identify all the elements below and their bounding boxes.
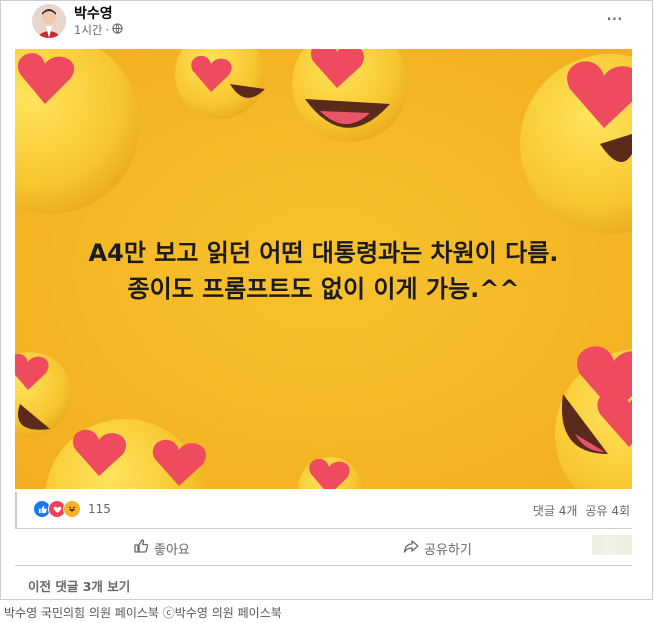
image-credit: 박수영 국민의힘 의원 페이스북 ⓒ박수영 의원 페이스북 (4, 606, 282, 620)
blurred-region (592, 535, 632, 555)
comment-count[interactable]: 댓글 4개 (533, 502, 578, 519)
post-meta: 1시간 · (74, 22, 123, 38)
more-options-icon[interactable]: ··· (606, 7, 623, 31)
post-stats: 115 댓글 4개 공유 4회 (15, 492, 632, 529)
engagement-counts: 댓글 4개 공유 4회 (533, 502, 630, 519)
like-button[interactable]: 좋아요 (133, 538, 190, 558)
dot-separator: · (105, 23, 110, 37)
like-label: 좋아요 (154, 542, 190, 558)
globe-icon (112, 23, 123, 37)
post-caption: A4만 보고 읽던 어떤 대통령과는 차원이 다름. 종이도 프롬프트도 없이 … (15, 235, 632, 307)
post-actions: 좋아요 공유하기 (15, 529, 632, 566)
facebook-post: 박수영 1시간 · ··· A4만 보고 읽던 어떤 대통령과는 차원이 다름.… (0, 0, 653, 600)
thumbs-up-icon (133, 538, 149, 558)
share-count[interactable]: 공유 4회 (585, 502, 630, 519)
haha-reaction-icon (63, 500, 81, 518)
post-header: 박수영 1시간 · ··· (1, 1, 652, 49)
share-arrow-icon (403, 538, 419, 558)
share-label: 공유하기 (424, 542, 472, 558)
view-previous-comments-link[interactable]: 이전 댓글 3개 보기 (28, 576, 130, 595)
avatar[interactable] (32, 4, 66, 38)
author-name[interactable]: 박수영 (74, 3, 113, 23)
reaction-count: 115 (88, 502, 111, 516)
caption-line-1: A4만 보고 읽던 어떤 대통령과는 차원이 다름. (88, 239, 559, 267)
caption-line-2: 종이도 프롬프트도 없이 이게 가능.^^ (127, 275, 520, 303)
reactions-summary[interactable]: 115 (33, 500, 111, 518)
share-button[interactable]: 공유하기 (403, 538, 472, 558)
post-time[interactable]: 1시간 (74, 22, 102, 38)
post-image[interactable]: A4만 보고 읽던 어떤 대통령과는 차원이 다름. 종이도 프롬프트도 없이 … (15, 49, 632, 489)
